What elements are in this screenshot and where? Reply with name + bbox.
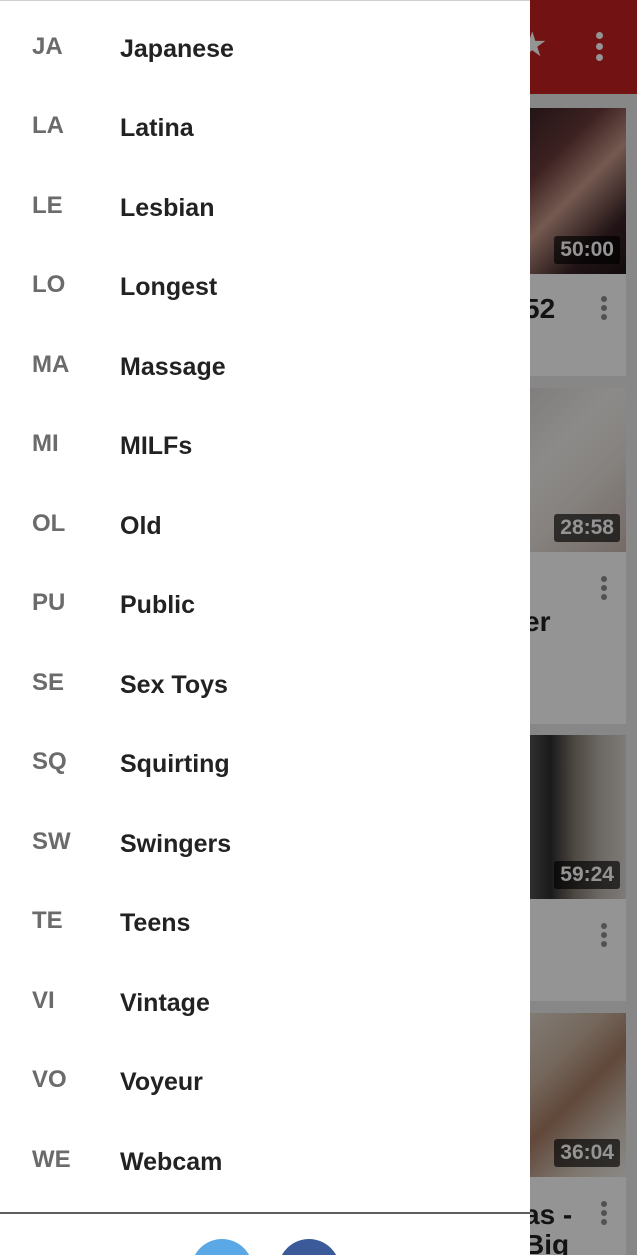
category-item-teens[interactable]: TE Teens <box>0 907 530 986</box>
category-abbr: PU <box>32 589 66 616</box>
category-label: Longest <box>120 273 218 301</box>
category-item-massage[interactable]: MA Massage <box>0 351 530 430</box>
category-abbr: JA <box>32 33 63 60</box>
drawer-divider <box>0 1212 530 1214</box>
category-abbr: VO <box>32 1066 67 1093</box>
category-abbr: LA <box>32 112 64 139</box>
category-abbr: LE <box>32 192 63 219</box>
category-item-public[interactable]: PU Public <box>0 589 530 668</box>
category-abbr: SE <box>32 669 65 696</box>
facebook-icon[interactable] <box>278 1239 340 1255</box>
category-abbr: SQ <box>32 748 67 775</box>
category-drawer: JA Japanese LA Latina LE Lesbian LO Long… <box>0 0 530 1255</box>
category-item-milfs[interactable]: MI MILFs <box>0 430 530 509</box>
category-label: Public <box>120 591 196 619</box>
category-item-voyeur[interactable]: VO Voyeur <box>0 1066 530 1145</box>
category-item-longest[interactable]: LO Longest <box>0 271 530 350</box>
category-item-sex-toys[interactable]: SE Sex Toys <box>0 669 530 748</box>
category-label: Japanese <box>120 35 234 63</box>
category-item-swingers[interactable]: SW Swingers <box>0 828 530 907</box>
category-item-vintage[interactable]: VI Vintage <box>0 987 530 1066</box>
category-abbr: WE <box>32 1146 71 1173</box>
category-abbr: VI <box>32 987 55 1014</box>
category-label: Old <box>120 512 162 540</box>
category-label: Sex Toys <box>120 671 228 699</box>
twitter-icon[interactable] <box>191 1239 253 1255</box>
category-item-squirting[interactable]: SQ Squirting <box>0 748 530 827</box>
category-label: Lesbian <box>120 194 215 222</box>
category-item-lesbian[interactable]: LE Lesbian <box>0 192 530 271</box>
category-label: Teens <box>120 909 191 937</box>
category-label: MILFs <box>120 432 193 460</box>
category-abbr: MI <box>32 430 59 457</box>
category-abbr: MA <box>32 351 70 378</box>
category-label: Latina <box>120 114 194 142</box>
category-label: Massage <box>120 353 226 381</box>
category-label: Webcam <box>120 1148 223 1176</box>
category-abbr: SW <box>32 828 71 855</box>
category-label: Swingers <box>120 830 232 858</box>
category-abbr: LO <box>32 271 66 298</box>
category-item-old[interactable]: OL Old <box>0 510 530 589</box>
category-label: Vintage <box>120 989 210 1017</box>
category-item-latina[interactable]: LA Latina <box>0 112 530 191</box>
category-item-japanese[interactable]: JA Japanese <box>0 33 530 112</box>
category-abbr: TE <box>32 907 63 934</box>
category-abbr: OL <box>32 510 66 537</box>
category-label: Voyeur <box>120 1068 203 1096</box>
category-label: Squirting <box>120 750 230 778</box>
